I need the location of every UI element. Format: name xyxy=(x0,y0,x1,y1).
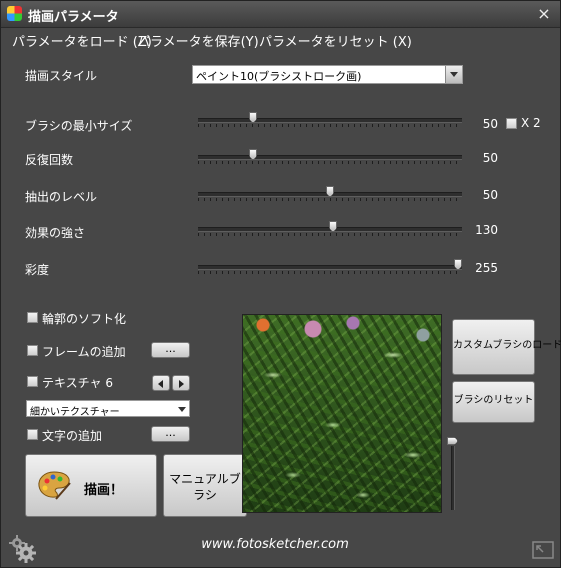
dropdown-arrow-button[interactable] xyxy=(445,66,462,83)
slider-iterations[interactable] xyxy=(198,149,462,165)
window-title: 描画パラメータ xyxy=(28,10,119,25)
slider-extraction-level[interactable] xyxy=(198,186,462,202)
chevron-right-icon xyxy=(179,380,184,388)
soft-outline-checkbox[interactable] xyxy=(27,312,38,323)
chevron-down-icon xyxy=(178,407,186,412)
frame-options-button[interactable]: ... xyxy=(151,342,190,358)
preview-image[interactable] xyxy=(242,314,442,513)
menu-save-parameters[interactable]: パラメータを保存(Y) xyxy=(137,31,259,50)
slider-track xyxy=(198,155,462,160)
slider-value-iterations: 50 xyxy=(482,151,498,165)
manual-brush-label: マニュアルブラシ xyxy=(169,472,241,502)
slider-value-extraction-level: 50 xyxy=(482,188,498,202)
paint-button-label: 描画！ xyxy=(84,483,124,498)
style-label: 描画スタイル xyxy=(25,69,98,83)
slider-label-brush-min-size: ブラシの最小サイズ xyxy=(25,119,133,133)
slider-value-brush-min-size: 50 xyxy=(482,117,498,131)
slider-label-effect-strength: 効果の強さ xyxy=(25,226,86,240)
slider-ticks xyxy=(198,271,462,274)
style-dropdown-value: ペイント10(ブラシストローク画) xyxy=(196,70,362,83)
slider-label-extraction-level: 抽出のレベル xyxy=(25,190,98,204)
preview-zoom-thumb[interactable] xyxy=(447,437,458,445)
texture-dropdown[interactable]: 細かいテクスチャー xyxy=(26,400,190,418)
texture-label: テキスチャ 6 xyxy=(42,376,113,390)
paint-button[interactable]: 描画！ xyxy=(25,454,157,517)
main-window: 描画パラメータ × パラメータをロード (Z) パラメータを保存(Y) パラメー… xyxy=(0,0,561,568)
resize-icon[interactable] xyxy=(532,541,554,559)
slider-ticks xyxy=(198,233,462,236)
slider-ticks xyxy=(198,198,462,201)
add-text-label: 文字の追加 xyxy=(42,429,103,443)
slider-value-effect-strength: 130 xyxy=(475,223,498,237)
manual-brush-button[interactable]: マニュアルブラシ xyxy=(163,454,247,517)
style-dropdown[interactable]: ペイント10(ブラシストローク画) xyxy=(192,65,463,84)
close-button[interactable]: × xyxy=(534,4,554,24)
add-frame-label: フレームの追加 xyxy=(42,345,126,359)
soft-outline-label: 輪郭のソフト化 xyxy=(42,312,127,326)
add-frame-checkbox[interactable] xyxy=(27,345,38,356)
slider-label-iterations: 反復回数 xyxy=(25,153,74,167)
slider-track xyxy=(198,265,462,270)
slider-track xyxy=(198,118,462,123)
slider-saturation[interactable] xyxy=(198,259,462,275)
slider-label-saturation: 彩度 xyxy=(25,263,50,277)
texture-next-button[interactable] xyxy=(172,375,190,391)
texture-checkbox[interactable] xyxy=(27,376,38,387)
menu-reset-parameters[interactable]: パラメータをリセット (X) xyxy=(259,31,412,50)
preview-zoom-slider[interactable] xyxy=(451,446,455,510)
app-palette-icon xyxy=(7,6,22,21)
texture-prev-button[interactable] xyxy=(152,375,170,391)
custom-brush-load-button[interactable]: カスタムブラシのロード xyxy=(452,319,561,375)
chevron-down-icon xyxy=(450,72,458,77)
text-options-button[interactable]: ... xyxy=(151,426,190,442)
menu-bar: パラメータをロード (Z) パラメータを保存(Y) パラメータをリセット (X) xyxy=(1,29,560,51)
x2-label: X 2 xyxy=(521,116,541,130)
slider-ticks xyxy=(198,124,462,127)
slider-value-saturation: 255 xyxy=(475,261,498,275)
brush-reset-button[interactable]: ブラシのリセット xyxy=(452,381,535,423)
title-bar[interactable]: 描画パラメータ × xyxy=(1,1,560,28)
slider-effect-strength[interactable] xyxy=(198,221,462,237)
slider-brush-min-size[interactable] xyxy=(198,112,462,128)
x2-checkbox[interactable] xyxy=(506,118,517,129)
menu-load-parameters[interactable]: パラメータをロード (Z) xyxy=(12,31,152,50)
texture-dropdown-value: 細かいテクスチャー xyxy=(30,407,120,418)
palette-icon xyxy=(38,471,71,500)
add-text-checkbox[interactable] xyxy=(27,429,38,440)
website-link[interactable]: www.fotosketcher.com xyxy=(1,537,549,552)
slider-ticks xyxy=(198,161,462,164)
chevron-left-icon xyxy=(158,380,163,388)
